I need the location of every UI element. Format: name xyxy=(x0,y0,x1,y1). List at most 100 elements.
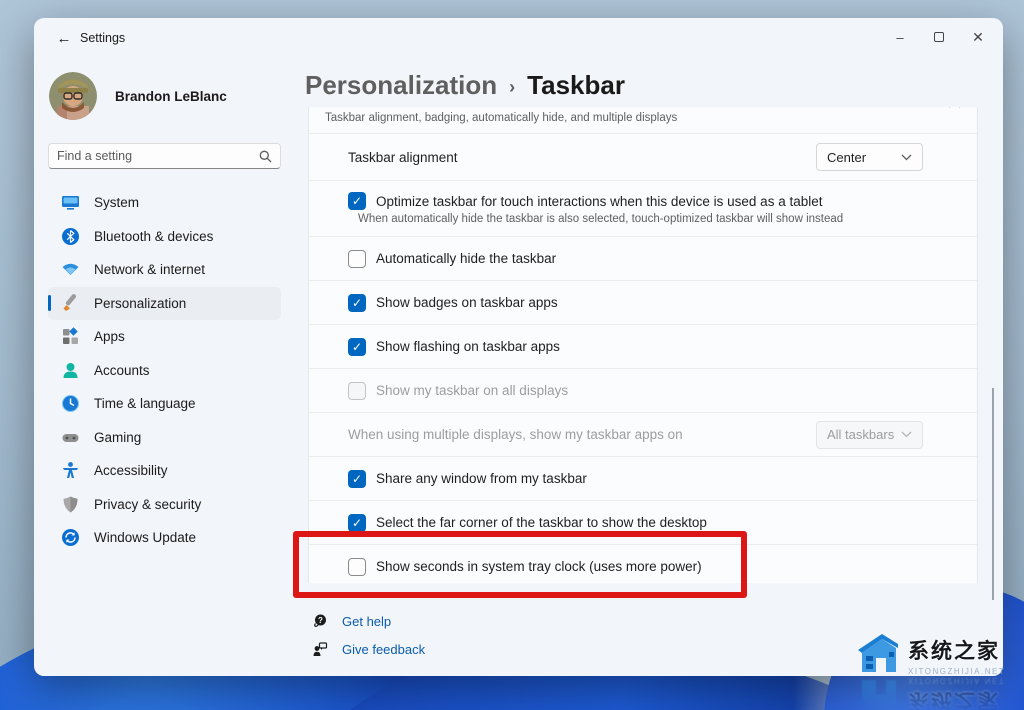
give-feedback-label: Give feedback xyxy=(342,641,426,657)
setting-row-all-displays: Show my taskbar on all displays xyxy=(309,368,977,412)
setting-row-far-corner: ✓ Select the far corner of the taskbar t… xyxy=(309,500,977,544)
close-button[interactable]: ✕ xyxy=(956,18,1000,56)
sidebar-item-accounts[interactable]: Accounts xyxy=(48,354,281,388)
dropdown-value: All taskbars xyxy=(827,427,895,442)
update-icon xyxy=(60,528,80,548)
sidebar-item-privacy[interactable]: Privacy & security xyxy=(48,488,281,522)
setting-label: Show flashing on taskbar apps xyxy=(376,339,560,354)
maximize-button[interactable] xyxy=(917,18,961,56)
sidebar-item-label: Time & language xyxy=(94,396,196,412)
sidebar-item-network[interactable]: Network & internet xyxy=(48,253,281,287)
setting-row-show-seconds: Show seconds in system tray clock (uses … xyxy=(309,544,977,583)
chevron-down-icon xyxy=(901,431,912,438)
sidebar-item-label: Bluetooth & devices xyxy=(94,228,214,244)
breadcrumb-separator-icon: › xyxy=(509,76,516,97)
maximize-icon xyxy=(934,32,944,42)
scrollbar[interactable] xyxy=(992,388,994,600)
app-title: Settings xyxy=(80,31,126,45)
checkbox-checked[interactable]: ✓ xyxy=(348,513,366,532)
multiple-displays-dropdown: All taskbars xyxy=(816,420,923,449)
give-feedback-link[interactable]: Give feedback xyxy=(312,641,425,657)
page-title: Taskbar xyxy=(527,70,625,100)
settings-scroll-area: Taskbar behaviors Taskbar alignment, bad… xyxy=(308,107,978,583)
watermark: 系统之家 XITONGZHIJIA.NET 系统之家 XITONGZHIJIA.… xyxy=(852,628,1020,710)
avatar xyxy=(49,72,97,120)
apps-icon xyxy=(60,327,80,347)
setting-label: Automatically hide the taskbar xyxy=(376,251,557,266)
checkbox-unchecked[interactable] xyxy=(348,557,366,576)
watermark-logo-icon xyxy=(858,634,898,672)
get-help-label: Get help xyxy=(342,613,392,629)
sidebar-item-system[interactable]: System xyxy=(48,186,281,220)
setting-row-auto-hide: Automatically hide the taskbar xyxy=(309,236,977,280)
watermark-domain: XITONGZHIJIA.NET xyxy=(908,667,1006,676)
checkbox-unchecked[interactable] xyxy=(348,249,366,268)
monitor-icon xyxy=(60,193,80,213)
gamepad-icon xyxy=(60,427,80,447)
sidebar-item-label: Windows Update xyxy=(94,530,197,546)
watermark-title-reflection: 系统之家 xyxy=(908,689,1000,710)
sidebar-item-label: System xyxy=(94,195,140,211)
setting-label: Select the far corner of the taskbar to … xyxy=(376,515,707,530)
sidebar-nav: System Bluetooth & devices Network & int… xyxy=(48,186,281,555)
checkbox-unchecked-disabled xyxy=(348,381,366,400)
settings-window: ← Settings – ✕ Brandon LeBlanc Find a se… xyxy=(34,18,1003,676)
sidebar-item-time-language[interactable]: Time & language xyxy=(48,387,281,421)
wifi-icon xyxy=(60,260,80,280)
sidebar-item-bluetooth[interactable]: Bluetooth & devices xyxy=(48,220,281,254)
minimize-button[interactable]: – xyxy=(878,18,922,56)
paintbrush-icon xyxy=(60,293,80,313)
sidebar-item-personalization[interactable]: Personalization xyxy=(48,286,281,320)
accessibility-icon xyxy=(60,461,80,481)
sidebar-item-label: Apps xyxy=(94,329,125,345)
breadcrumb-parent[interactable]: Personalization xyxy=(305,70,497,101)
back-button[interactable]: ← xyxy=(46,24,82,52)
setting-row-show-badges: ✓ Show badges on taskbar apps xyxy=(309,280,977,324)
sidebar-item-label: Accounts xyxy=(94,362,150,378)
sidebar-item-label: Personalization xyxy=(94,295,187,311)
checkbox-checked[interactable]: ✓ xyxy=(348,469,366,488)
shield-icon xyxy=(60,494,80,514)
dropdown-value: Center xyxy=(827,149,867,165)
watermark-logo-reflection xyxy=(858,680,898,710)
sidebar-item-gaming[interactable]: Gaming xyxy=(48,421,281,455)
setting-row-optimize-touch: ✓ Optimize taskbar for touch interaction… xyxy=(309,180,977,236)
breadcrumb: Personalization › Taskbar xyxy=(305,70,625,101)
setting-label: When using multiple displays, show my ta… xyxy=(348,427,683,442)
setting-row-multiple-displays: When using multiple displays, show my ta… xyxy=(309,412,977,456)
chevron-down-icon xyxy=(901,154,912,160)
get-help-link[interactable]: ? Get help xyxy=(312,613,391,629)
search-icon xyxy=(259,150,272,162)
setting-row-show-flashing: ✓ Show flashing on taskbar apps xyxy=(309,324,977,368)
back-arrow-icon: ← xyxy=(56,29,72,47)
checkbox-checked[interactable]: ✓ xyxy=(348,337,366,356)
bluetooth-icon xyxy=(60,226,80,246)
sidebar-item-accessibility[interactable]: Accessibility xyxy=(48,454,281,488)
user-profile[interactable]: Brandon LeBlanc xyxy=(49,72,227,120)
taskbar-alignment-dropdown[interactable]: Center xyxy=(816,143,923,171)
checkbox-checked[interactable]: ✓ xyxy=(348,192,366,210)
feedback-icon xyxy=(313,642,328,656)
search-input[interactable]: Find a setting xyxy=(48,143,281,169)
taskbar-behaviors-header[interactable]: Taskbar behaviors Taskbar alignment, bad… xyxy=(309,107,977,133)
close-icon: ✕ xyxy=(972,28,984,45)
sidebar-item-windows-update[interactable]: Windows Update xyxy=(48,521,281,555)
sidebar-item-label: Privacy & security xyxy=(94,496,202,512)
chevron-up-icon[interactable] xyxy=(948,107,961,108)
taskbar-behaviors-card: Taskbar behaviors Taskbar alignment, bad… xyxy=(308,107,978,583)
checkbox-checked[interactable]: ✓ xyxy=(348,293,366,312)
setting-label: Show seconds in system tray clock (uses … xyxy=(376,559,702,574)
setting-label: Show my taskbar on all displays xyxy=(376,383,569,398)
setting-row-share-window: ✓ Share any window from my taskbar xyxy=(309,456,977,500)
section-subtitle: Taskbar alignment, badging, automaticall… xyxy=(325,112,678,124)
search-placeholder: Find a setting xyxy=(57,149,133,163)
setting-label: Show badges on taskbar apps xyxy=(376,295,558,310)
sidebar-item-apps[interactable]: Apps xyxy=(48,320,281,354)
sidebar-item-label: Accessibility xyxy=(94,463,168,479)
sidebar-item-label: Network & internet xyxy=(94,262,206,278)
svg-text:?: ? xyxy=(318,616,323,625)
person-icon xyxy=(60,360,80,380)
watermark-title: 系统之家 xyxy=(908,640,1000,663)
setting-row-taskbar-alignment: Taskbar alignment Center xyxy=(309,133,977,180)
minimize-icon: – xyxy=(896,29,904,45)
